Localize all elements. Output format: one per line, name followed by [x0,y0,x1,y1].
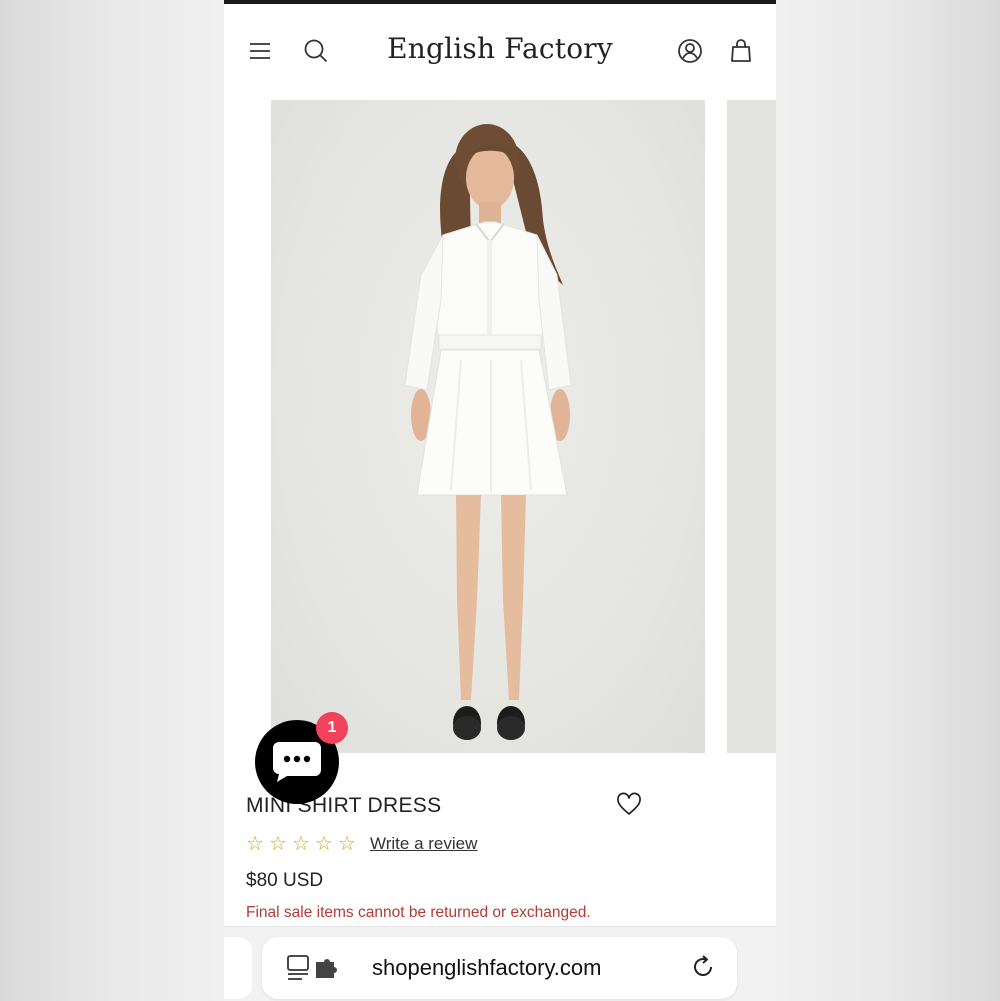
star-empty-icon: ☆ [338,833,356,855]
chat-bubble-icon [273,742,321,782]
star-empty-icon: ☆ [269,833,287,855]
rating-stars: ☆ ☆ ☆ ☆ ☆ [246,834,358,854]
product-gallery[interactable] [224,100,776,754]
chat-notification-badge: 1 [316,712,348,744]
browser-bottom-bar: shopenglishfactory.com [224,926,776,1001]
star-empty-icon: ☆ [315,833,333,855]
page-menu-extension-icon[interactable] [286,954,342,982]
next-product-photo-peek[interactable] [727,100,776,753]
write-review-link[interactable]: Write a review [370,834,477,854]
phone-screen: English Factory MINI SHIRT DRESS ☆ ☆ ☆ ☆… [224,0,776,1000]
shopping-bag-icon[interactable] [727,37,755,65]
product-price: $80 USD [246,870,324,891]
account-icon[interactable] [676,37,704,65]
star-empty-icon: ☆ [246,833,264,855]
model-illustration [404,124,572,740]
previous-tab-peek[interactable] [224,937,252,999]
wishlist-heart-icon[interactable] [616,792,644,820]
final-sale-notice: Final sale items cannot be returned or e… [246,904,591,921]
reload-icon[interactable] [690,954,718,982]
address-bar[interactable]: shopenglishfactory.com [262,937,737,999]
site-header: English Factory [224,4,776,100]
product-photo[interactable] [271,100,705,753]
url-text[interactable]: shopenglishfactory.com [372,955,602,981]
star-empty-icon: ☆ [292,833,310,855]
